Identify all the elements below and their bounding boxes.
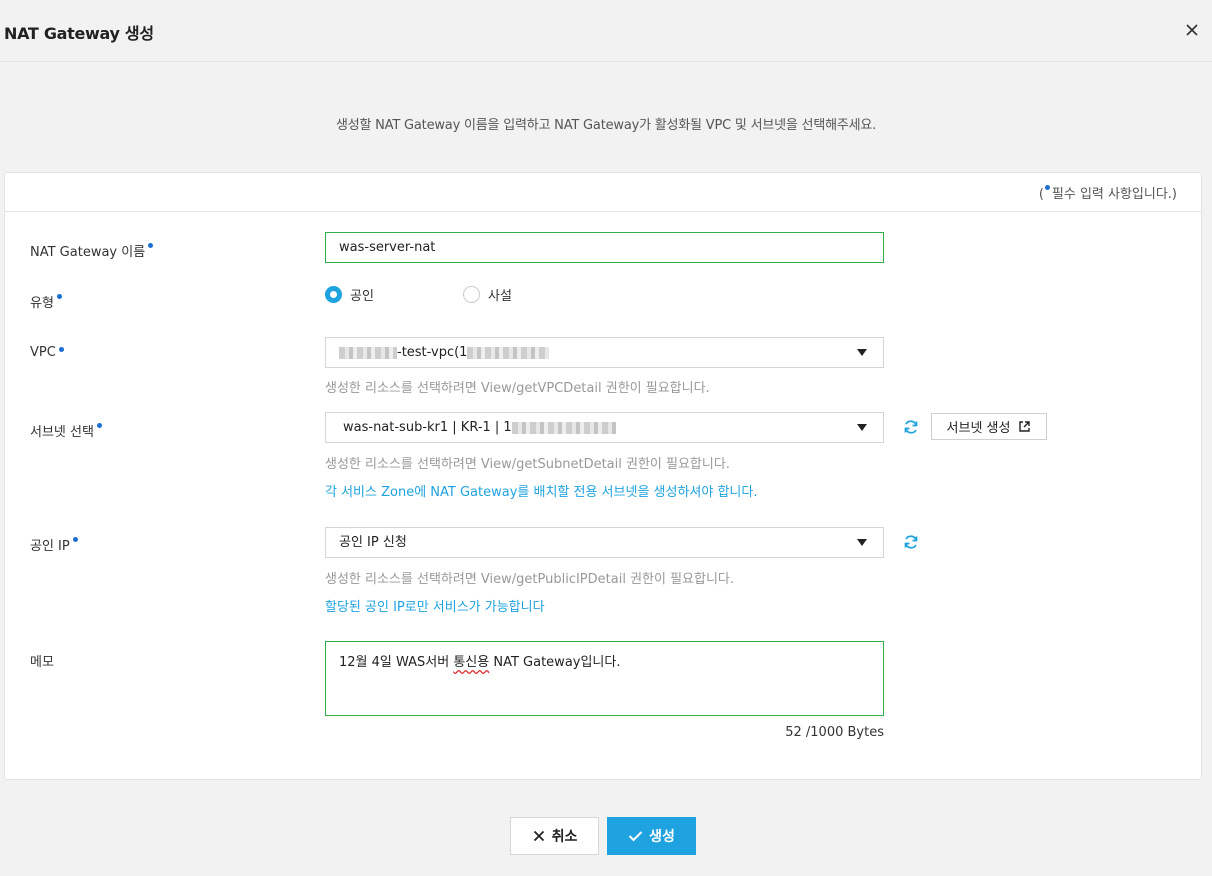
vpc-label-text: VPC <box>30 345 56 360</box>
public-ip-select[interactable]: 공인 IP 신청 <box>325 527 884 558</box>
public-ip-label-text: 공인 IP <box>30 539 70 554</box>
subnet-label-text: 서브넷 선택 <box>30 425 94 440</box>
radio-checked-icon <box>325 286 342 303</box>
required-dot-icon <box>1044 185 1050 190</box>
required-dot-icon <box>58 347 64 352</box>
required-dot-icon <box>148 243 154 248</box>
radio-public-label: 공인 <box>350 289 374 304</box>
close-icon <box>533 830 544 842</box>
memo-text-part1: 12월 4일 WAS서버 <box>339 655 454 670</box>
form-panel: ( 필수 입력 사항입니다.) NAT Gateway 이름 was-server… <box>4 172 1202 780</box>
create-subnet-button[interactable]: 서브넷 생성 <box>931 413 1047 440</box>
public-ip-notice: 할당된 공인 IP로만 서비스가 가능합니다 <box>325 600 545 615</box>
subnet-label: 서브넷 선택 <box>30 421 102 440</box>
create-label: 생성 <box>649 829 675 845</box>
type-label-text: 유형 <box>30 296 54 311</box>
public-ip-help: 생성한 리소스를 선택하려면 View/getPublicIPDetail 권한… <box>325 572 735 587</box>
name-input[interactable]: was-server-nat <box>325 232 884 263</box>
memo-text-spellcheck: 통신용 <box>453 655 490 670</box>
radio-unchecked-icon <box>463 286 480 303</box>
subnet-help: 생성한 리소스를 선택하려면 View/getSubnetDetail 권한이 … <box>325 457 730 472</box>
required-note-paren: ( <box>1038 187 1044 202</box>
type-label: 유형 <box>30 292 62 311</box>
vpc-select[interactable]: -test-vpc(1 <box>325 337 884 368</box>
name-label-text: NAT Gateway 이름 <box>30 245 146 260</box>
dropdown-arrow-icon <box>857 539 867 546</box>
check-icon <box>628 831 643 842</box>
subnet-notice: 각 서비스 Zone에 NAT Gateway를 배치할 전용 서브넷을 생성하… <box>325 485 758 500</box>
dialog-title: NAT Gateway 생성 <box>4 24 154 43</box>
external-link-icon <box>1019 421 1031 432</box>
required-dot-icon <box>72 537 78 542</box>
refresh-subnet-icon[interactable] <box>902 418 920 436</box>
required-dot-icon <box>96 423 102 428</box>
redacted-block <box>511 421 616 434</box>
required-dot-icon <box>56 294 62 299</box>
vpc-select-value: -test-vpc(1 <box>397 345 468 360</box>
create-button[interactable]: 생성 <box>607 817 696 855</box>
dropdown-arrow-icon <box>857 424 867 431</box>
required-note-text: 필수 입력 사항입니다.) <box>1051 187 1177 202</box>
memo-label: 메모 <box>30 655 54 670</box>
memo-byte-counter: 52 /1000 Bytes <box>785 725 884 740</box>
name-label: NAT Gateway 이름 <box>30 241 154 260</box>
memo-text-part2: NAT Gateway입니다. <box>489 655 621 670</box>
public-ip-label: 공인 IP <box>30 535 78 554</box>
radio-private-label: 사설 <box>488 289 512 304</box>
radio-private[interactable]: 사설 <box>463 285 512 304</box>
required-note: ( 필수 입력 사항입니다.) <box>1039 183 1177 202</box>
cancel-label: 취소 <box>551 829 578 845</box>
dialog-subtitle: 생성할 NAT Gateway 이름을 입력하고 NAT Gateway가 활성… <box>335 118 877 133</box>
create-subnet-label: 서브넷 생성 <box>946 421 1011 436</box>
subnet-select[interactable]: was-nat-sub-kr1 | KR-1 | 1 <box>325 412 884 443</box>
close-icon[interactable] <box>1182 20 1202 40</box>
radio-public[interactable]: 공인 <box>325 285 374 304</box>
dialog-header: NAT Gateway 생성 <box>0 0 1212 62</box>
subnet-select-value: was-nat-sub-kr1 | KR-1 | 1 <box>343 420 512 435</box>
cancel-button[interactable]: 취소 <box>510 817 599 855</box>
refresh-public-ip-icon[interactable] <box>902 533 920 551</box>
dropdown-arrow-icon <box>857 349 867 356</box>
redacted-block <box>467 346 550 359</box>
memo-textarea[interactable]: 12월 4일 WAS서버 통신용 NAT Gateway입니다. <box>325 641 884 716</box>
vpc-label: VPC <box>30 345 64 360</box>
vpc-help: 생성한 리소스를 선택하려면 View/getVPCDetail 권한이 필요합… <box>325 381 710 396</box>
redacted-block <box>339 346 397 359</box>
panel-divider <box>5 211 1201 212</box>
public-ip-select-value: 공인 IP 신청 <box>339 535 407 550</box>
